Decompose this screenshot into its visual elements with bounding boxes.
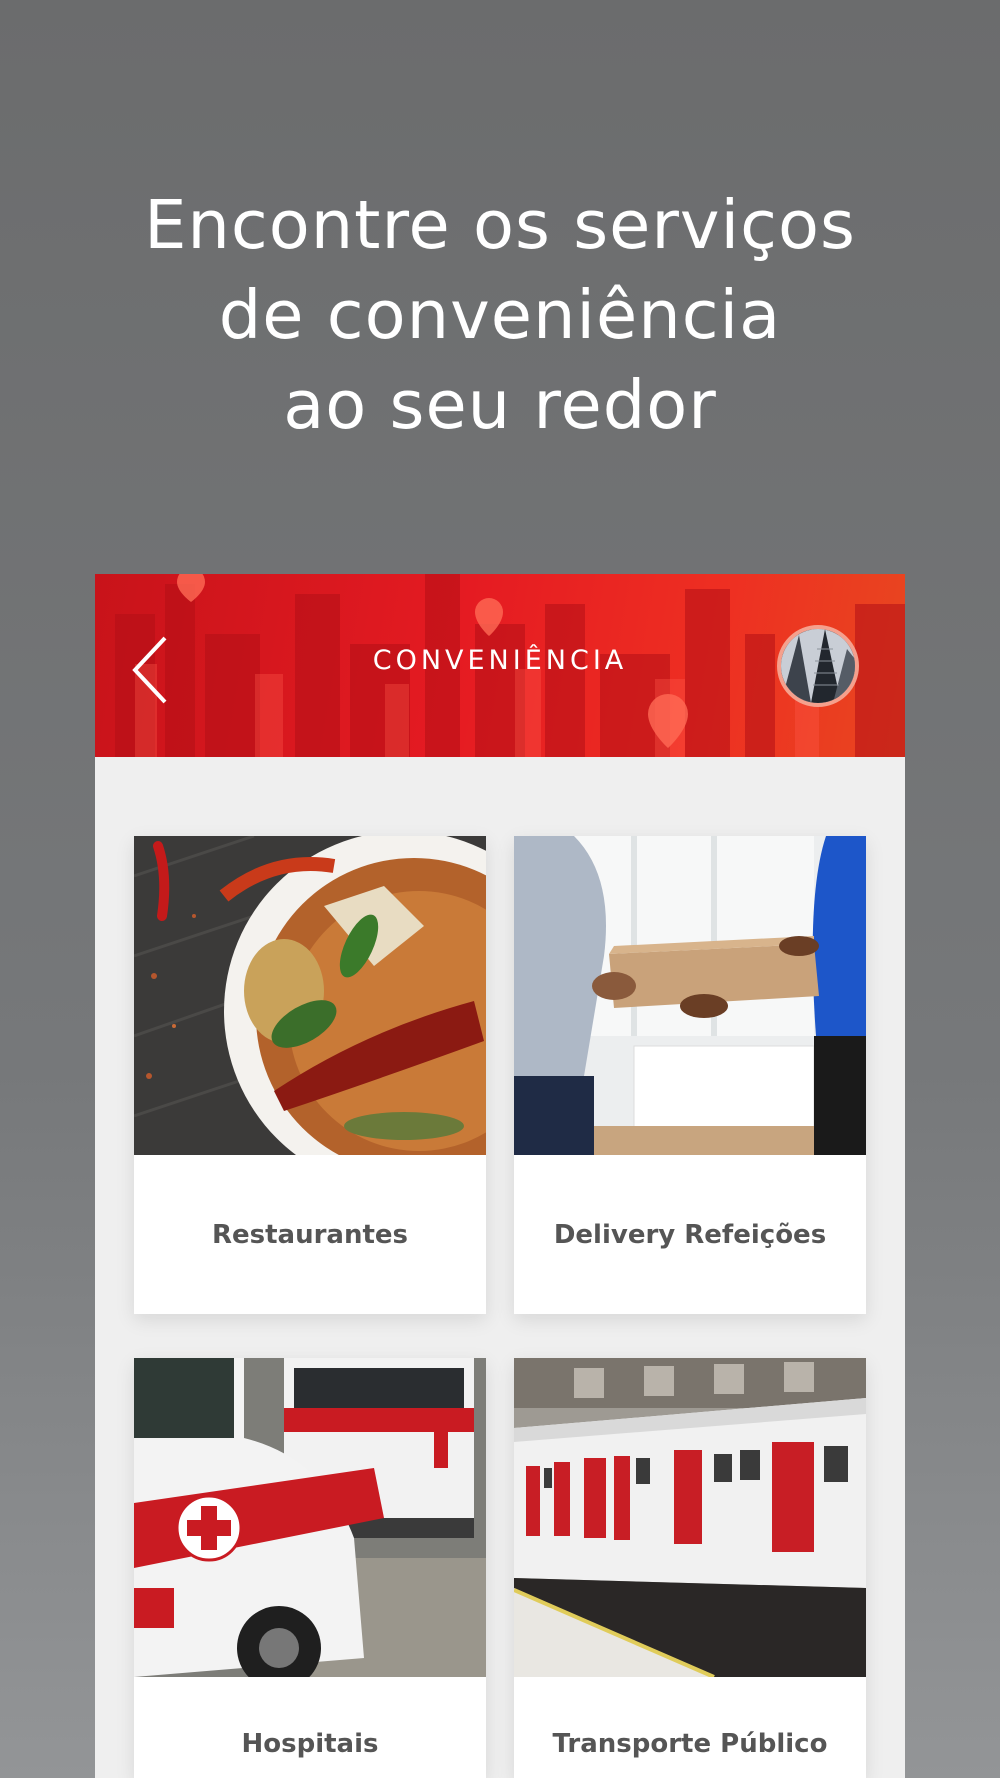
skyscraper-icon <box>781 629 855 703</box>
category-label: Transporte Público <box>552 1729 828 1759</box>
category-label: Hospitais <box>241 1729 379 1759</box>
headline-line-3: ao seu redor <box>283 366 717 444</box>
category-label: Restaurantes <box>211 1219 409 1250</box>
curry-dish-photo <box>134 836 486 1155</box>
pizza-box-handover-photo <box>514 836 866 1155</box>
category-card-transporte[interactable]: Transporte Público <box>514 1358 866 1778</box>
app-header: CONVENIÊNCIA <box>95 574 905 757</box>
category-label: Delivery Refeições <box>553 1219 827 1250</box>
ambulance-photo <box>134 1358 486 1677</box>
category-card-restaurantes[interactable]: Restaurantes <box>134 836 486 1314</box>
headline-line-1: Encontre os serviços <box>144 186 856 264</box>
profile-avatar[interactable] <box>777 625 859 707</box>
headline: Encontre os serviços de conveniência ao … <box>0 180 1000 450</box>
headline-line-2: de conveniência <box>218 276 782 354</box>
app-screen: CONVENIÊNCIA Restaurantes Delivery Refei… <box>95 574 905 1778</box>
category-card-delivery[interactable]: Delivery Refeições <box>514 836 866 1314</box>
category-card-hospitais[interactable]: Hospitais <box>134 1358 486 1778</box>
metro-train-photo <box>514 1358 866 1677</box>
